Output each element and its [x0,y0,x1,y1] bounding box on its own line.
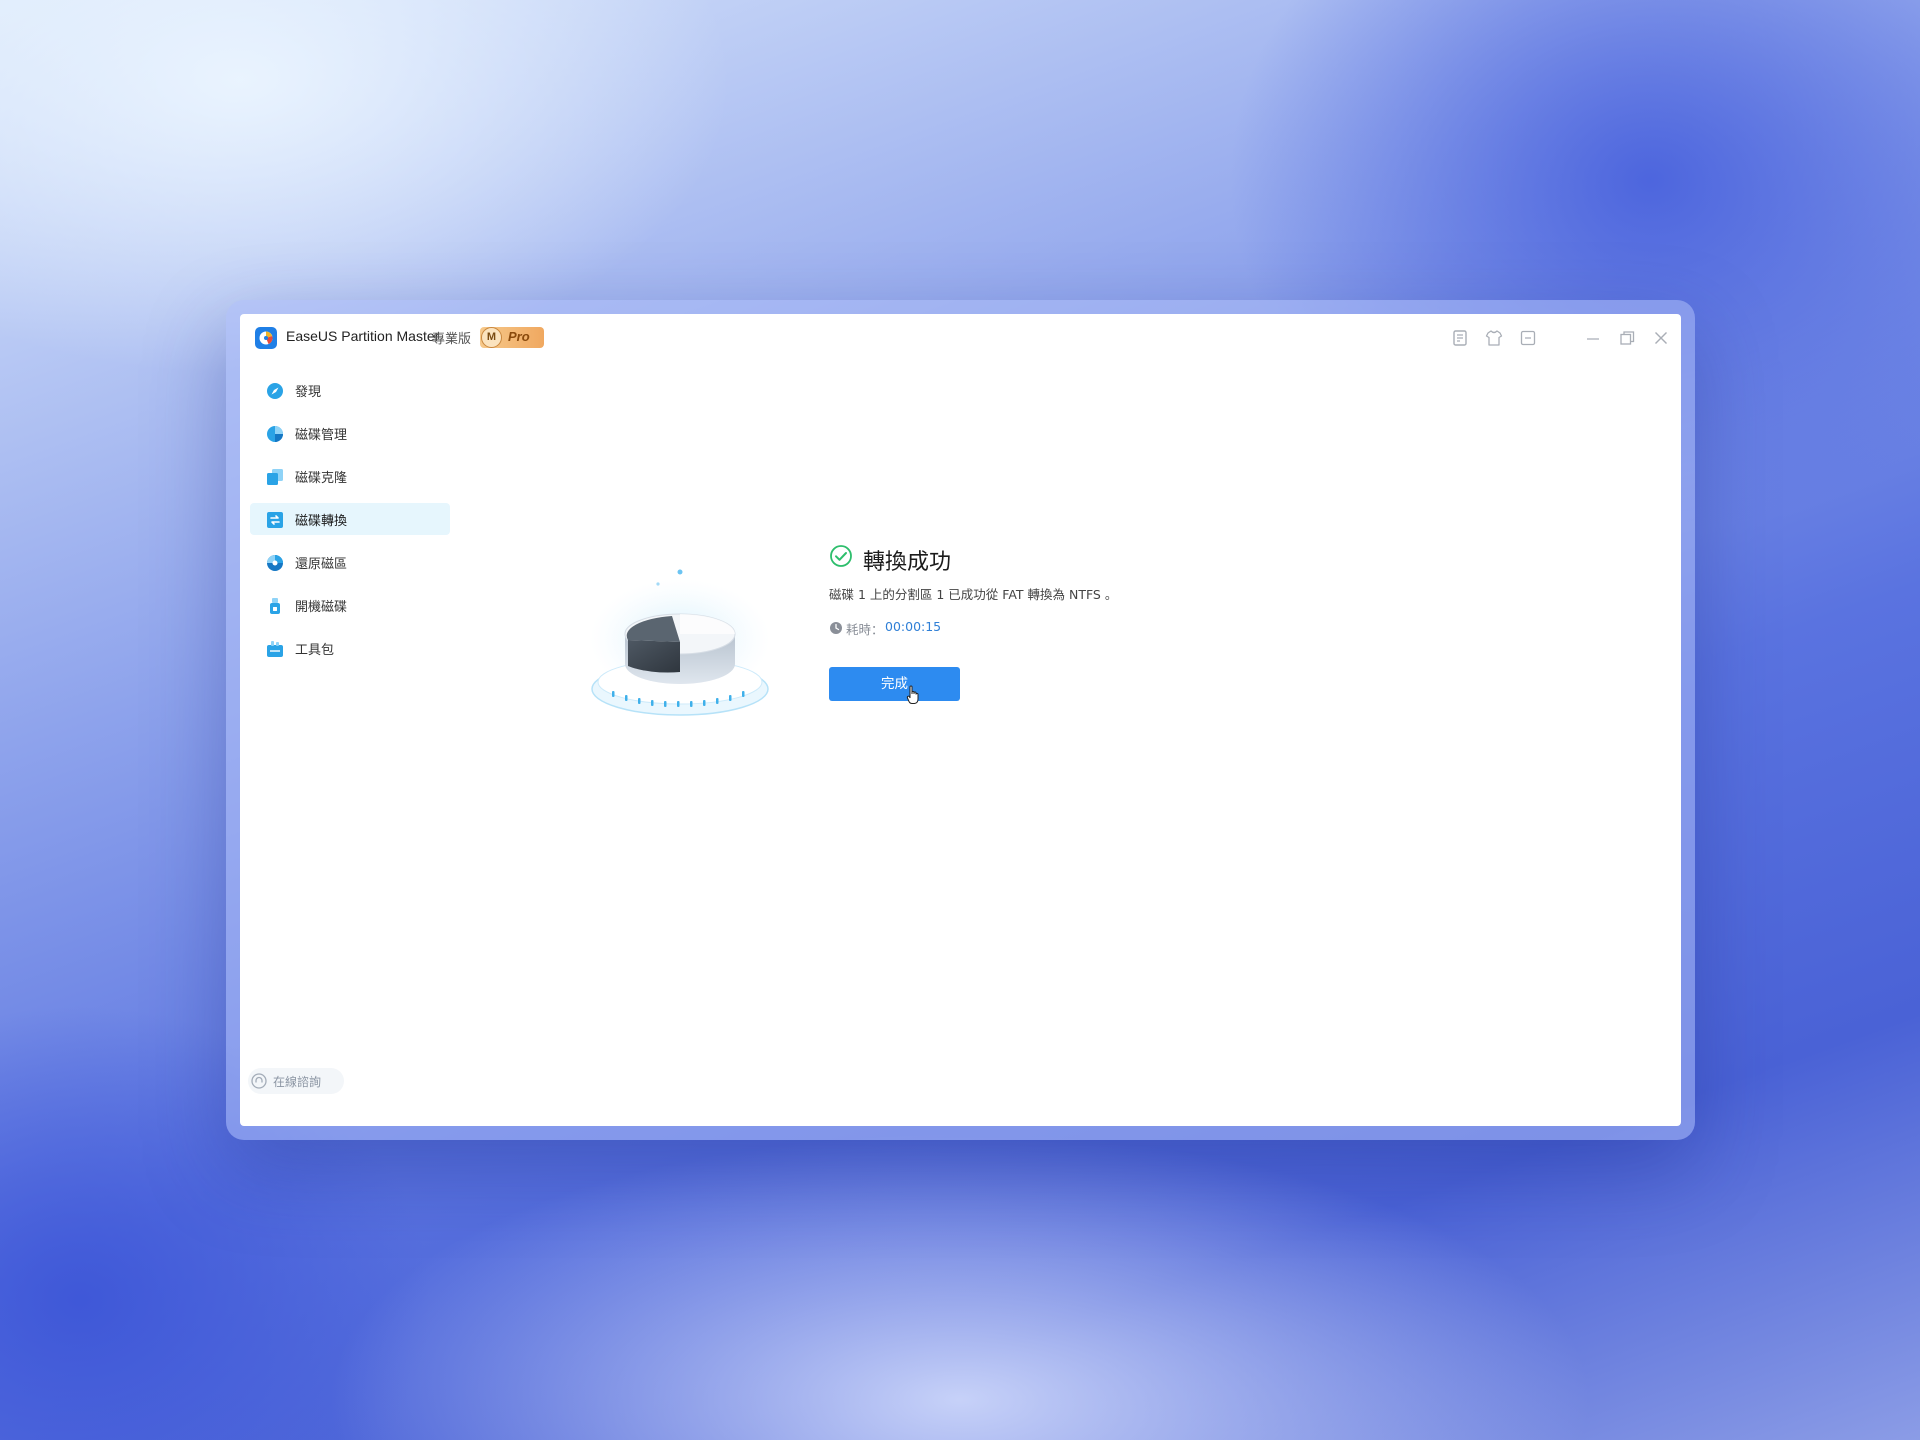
success-check-icon [829,544,853,568]
close-icon[interactable] [1651,328,1671,348]
sidebar-item-disk-management[interactable]: 磁碟管理 [250,417,450,449]
disk-convert-icon [266,511,284,529]
sidebar-item-label: 磁碟克隆 [295,471,348,486]
disk-success-illustration [580,544,780,734]
sidebar-item-label: 發現 [295,385,322,400]
elapsed-time-value: 00:00:15 [885,619,942,634]
sidebar-item-disk-convert[interactable]: 磁碟轉換 [250,503,450,535]
toolkit-icon [266,640,284,658]
sidebar-item-label: 磁碟轉換 [295,514,348,529]
sidebar-item-label: 還原磁區 [295,557,348,572]
done-button[interactable]: 完成 [829,667,960,701]
app-logo-icon [255,327,277,349]
disk-clone-icon [266,468,284,486]
restore-icon[interactable] [1617,328,1637,348]
app-title: EaseUS Partition Master [286,328,440,344]
sidebar-item-partition-recovery[interactable]: 還原磁區 [250,546,450,578]
online-consult-label: 在線諮詢 [273,1075,322,1089]
discover-icon [266,382,284,400]
sidebar-item-label: 開機磁碟 [295,600,348,615]
app-window: EaseUS Partition Master 專業版 M Pro 發現 磁碟管… [240,314,1681,1126]
app-edition: 專業版 [432,332,472,347]
success-title: 轉換成功 [863,550,952,575]
success-description: 磁碟 1 上的分割區 1 已成功從 FAT 轉換為 NTFS 。 [829,587,1118,602]
hand-cursor-icon [906,685,920,705]
minimize-icon[interactable] [1583,328,1603,348]
pro-badge-letter: M [481,327,502,348]
feedback-icon[interactable] [1450,328,1470,348]
headset-icon [251,1073,267,1089]
partition-recovery-icon [266,554,284,572]
sidebar-item-label: 磁碟管理 [295,428,348,443]
collapse-icon[interactable] [1518,328,1538,348]
pro-badge[interactable]: M Pro [480,327,544,348]
sidebar-item-label: 工具包 [295,643,335,658]
sidebar-item-discover[interactable]: 發現 [250,374,450,406]
conversion-result-panel: 轉換成功 磁碟 1 上的分割區 1 已成功從 FAT 轉換為 NTFS 。 耗時… [829,544,1389,744]
disk-management-icon [266,425,284,443]
elapsed-time-label: 耗時： [846,622,884,637]
sidebar-item-bootable-disk[interactable]: 開機磁碟 [250,589,450,621]
bootable-disk-icon [266,597,284,615]
online-consult-button[interactable]: 在線諮詢 [248,1068,344,1094]
sidebar-item-toolkit[interactable]: 工具包 [250,632,450,664]
title-bar: EaseUS Partition Master 專業版 M Pro [240,314,1681,362]
sidebar-item-disk-clone[interactable]: 磁碟克隆 [250,460,450,492]
pro-badge-label: Pro [508,329,530,344]
clock-icon [829,620,843,634]
theme-shirt-icon[interactable] [1484,328,1504,348]
